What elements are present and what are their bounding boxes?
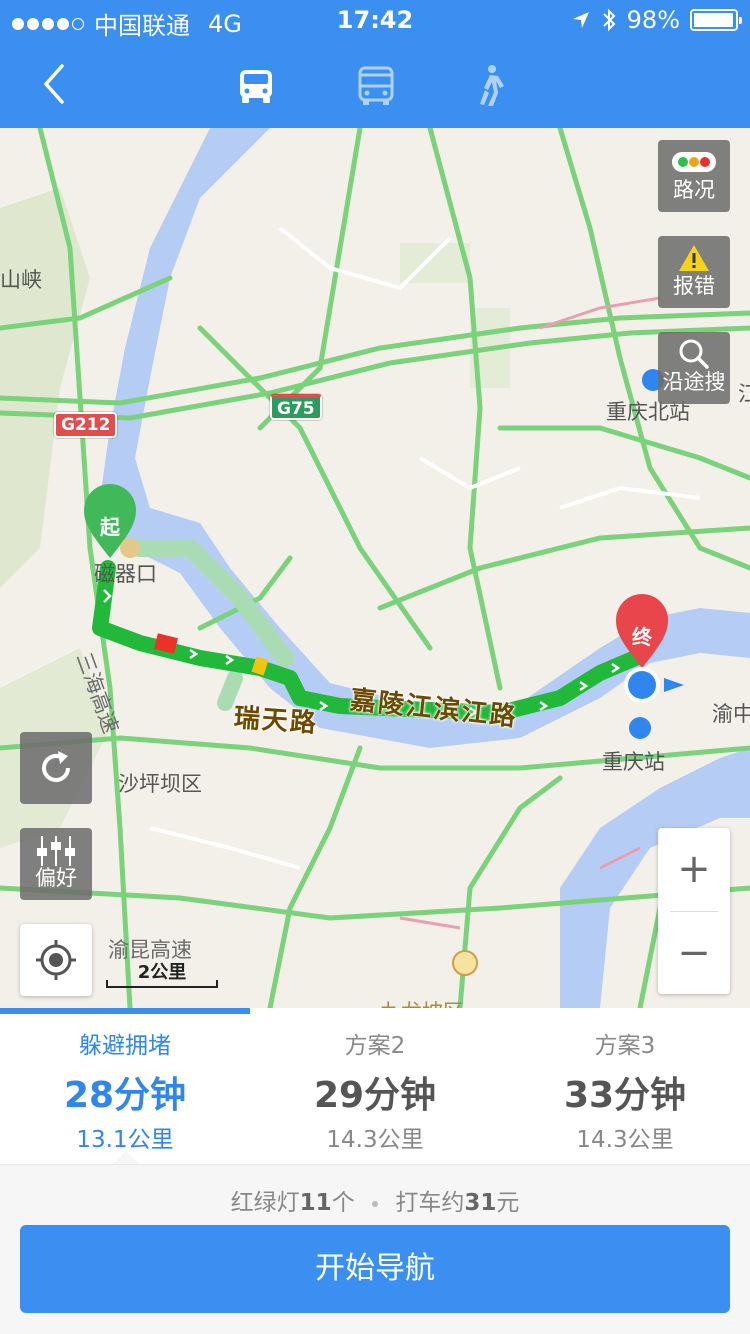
traffic-lights-suffix: 个 xyxy=(331,1190,355,1216)
separator-dot xyxy=(372,1200,378,1207)
search-along-label: 沿途搜 xyxy=(662,370,726,394)
chevron-left-icon xyxy=(44,64,64,104)
taxi-fare-prefix: 打车约 xyxy=(395,1190,465,1216)
place-label: 山峡 xyxy=(0,268,42,292)
poi-icon xyxy=(452,950,478,976)
traffic-lights-prefix: 红绿灯 xyxy=(230,1190,300,1216)
zoom-in-button[interactable]: + xyxy=(658,828,730,911)
end-marker-label: 终 xyxy=(632,625,652,649)
walk-icon xyxy=(480,65,504,106)
route-option-1[interactable]: 躲避拥堵 28分钟 13.1公里 xyxy=(0,1008,250,1164)
locate-me-button[interactable] xyxy=(20,924,92,996)
map-scale: 2公里 xyxy=(106,958,218,996)
taxi-fare-suffix: 元 xyxy=(496,1190,520,1216)
preference-label: 偏好 xyxy=(35,866,77,890)
traffic-lights-count: 11 xyxy=(299,1190,332,1216)
route-distance: 14.3公里 xyxy=(326,1127,424,1153)
taxi-fare-amount: 31 xyxy=(464,1190,497,1216)
start-navigation-button[interactable]: 开始导航 xyxy=(20,1225,730,1313)
highway-shield: G75 xyxy=(270,394,322,420)
place-label: 重庆站 xyxy=(602,750,665,774)
scale-bar xyxy=(106,980,218,988)
route-distance: 13.1公里 xyxy=(76,1127,174,1153)
place-label: 渝中 xyxy=(712,702,750,726)
route-name: 方案3 xyxy=(594,1033,656,1059)
route-option-2[interactable]: 方案2 29分钟 14.3公里 xyxy=(250,1008,500,1164)
battery-percent: 98% xyxy=(626,6,680,34)
car-mode-tab[interactable] xyxy=(232,62,280,110)
crosshair-icon xyxy=(36,940,76,980)
place-label: 沙坪坝区 xyxy=(118,772,202,796)
back-button[interactable] xyxy=(30,60,80,110)
bluetooth-icon xyxy=(602,8,616,32)
start-marker-label: 起 xyxy=(100,515,120,539)
route-summary-panel: 红绿灯11个 打车约31元 开始导航 xyxy=(0,1164,750,1334)
place-label: 磁器口 xyxy=(94,562,157,586)
location-arrow-icon xyxy=(572,12,589,28)
route-option-3[interactable]: 方案3 33分钟 14.3公里 xyxy=(500,1008,750,1164)
refresh-route-button[interactable] xyxy=(20,732,92,804)
status-bar: 中国联通 4G 17:42 98% xyxy=(0,0,750,40)
poi-icon xyxy=(120,538,140,558)
route-name: 躲避拥堵 xyxy=(79,1033,171,1059)
battery-icon xyxy=(690,9,742,31)
refresh-icon xyxy=(42,751,70,782)
traffic-light-icon xyxy=(672,152,716,172)
report-error-label: 报错 xyxy=(673,274,715,298)
route-time: 33分钟 xyxy=(563,1075,687,1116)
header: 中国联通 4G 17:42 98% xyxy=(0,0,750,128)
route-time: 28分钟 xyxy=(63,1075,187,1116)
report-error-button[interactable]: 报错 xyxy=(658,236,730,308)
current-location-icon xyxy=(624,667,684,703)
place-label: 江 xyxy=(738,382,750,406)
route-distance: 14.3公里 xyxy=(576,1127,674,1153)
zoom-control: + − xyxy=(658,828,730,994)
traffic-label: 路况 xyxy=(673,178,715,202)
bus-icon xyxy=(358,66,394,105)
route-name: 方案2 xyxy=(344,1033,406,1059)
highway-shield: G212 xyxy=(54,412,118,438)
route-options: 躲避拥堵 28分钟 13.1公里 方案2 29分钟 14.3公里 方案3 33分… xyxy=(0,1008,750,1164)
transport-mode-bar xyxy=(0,40,750,128)
road-label: 瑞天路 xyxy=(232,703,319,739)
route-time: 29分钟 xyxy=(313,1075,437,1116)
bus-mode-tab[interactable] xyxy=(352,62,400,110)
map-view[interactable]: 山峡 磁器口 沙坪坝区 重庆北站 重庆站 渝中 江 九龙坡区 渝昆高速 三海高速… xyxy=(0,128,750,1008)
selected-route-caret xyxy=(113,1151,139,1164)
place-label: 九龙坡区 xyxy=(380,996,464,1008)
route-summary: 红绿灯11个 打车约31元 xyxy=(0,1183,750,1217)
walk-mode-tab[interactable] xyxy=(466,62,514,110)
car-icon xyxy=(240,70,272,103)
traffic-button[interactable]: 路况 xyxy=(658,140,730,212)
warning-icon xyxy=(679,245,709,271)
zoom-out-button[interactable]: − xyxy=(658,912,730,994)
preference-button[interactable]: 偏好 xyxy=(20,828,92,900)
search-along-route-button[interactable]: 沿途搜 xyxy=(658,332,730,404)
